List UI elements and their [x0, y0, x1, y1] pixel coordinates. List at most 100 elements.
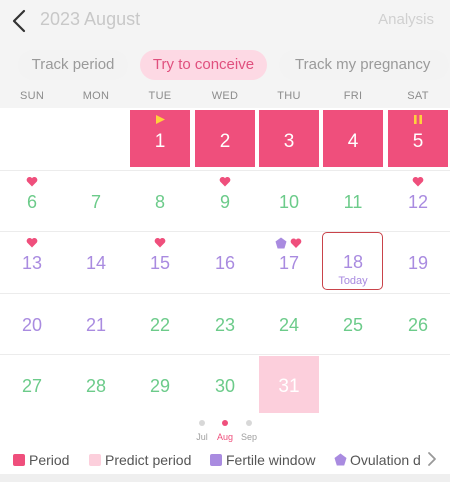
- weekday-label: MON: [82, 90, 110, 102]
- day-number: 20: [21, 314, 43, 335]
- day-number: 30: [214, 376, 236, 397]
- weekday-label: THU: [277, 90, 301, 102]
- heart-icon: [193, 176, 257, 190]
- day-number: 21: [85, 314, 107, 335]
- tab-track-pregnancy[interactable]: Track my pregnancy: [279, 50, 449, 80]
- day-number: 11: [343, 191, 363, 212]
- period-end-icon: [388, 114, 448, 128]
- top-bar: 2023 August Analysis: [0, 0, 450, 42]
- legend-label: Fertile window: [226, 452, 316, 468]
- day-cell[interactable]: 10: [257, 170, 321, 232]
- day-number: 7: [90, 191, 101, 212]
- day-cell[interactable]: 5: [388, 110, 448, 167]
- day-number: 17: [278, 253, 300, 274]
- day-cell[interactable]: 9: [193, 170, 257, 232]
- day-cell[interactable]: 30: [193, 354, 257, 416]
- predict-swatch: [89, 454, 101, 466]
- day-number: 8: [154, 191, 165, 212]
- day-cell[interactable]: 24: [257, 293, 321, 355]
- day-cell[interactable]: 1: [130, 110, 190, 167]
- day-number: 13: [21, 253, 43, 274]
- day-cell[interactable]: 23: [193, 293, 257, 355]
- day-number: 24: [278, 314, 300, 335]
- day-number: 1: [154, 131, 166, 152]
- legend-bar: Period Predict period Fertile window Ovu…: [0, 446, 450, 474]
- day-cell[interactable]: 3: [259, 110, 319, 167]
- mode-tabs: Track period Try to conceive Track my pr…: [0, 50, 450, 82]
- heart-icon: [386, 176, 450, 190]
- day-cell[interactable]: 20: [0, 293, 64, 355]
- fertile-swatch: [210, 454, 222, 466]
- weekday-header: SUN MON TUE WED THU FRI SAT: [0, 90, 450, 108]
- day-cell[interactable]: 31: [259, 356, 319, 414]
- heart-icon: [0, 176, 64, 190]
- back-arrow-icon[interactable]: [8, 8, 32, 34]
- day-number: 16: [214, 253, 236, 274]
- day-cell[interactable]: 19: [386, 231, 450, 293]
- tab-track-period[interactable]: Track period: [18, 50, 128, 80]
- legend-label: Ovulation d: [350, 452, 421, 468]
- legend-label: Predict period: [105, 452, 192, 468]
- day-number: 23: [214, 314, 236, 335]
- day-number: 28: [85, 376, 107, 397]
- day-number: 27: [21, 376, 43, 397]
- weekday-label: SAT: [407, 90, 429, 102]
- weekday-label: WED: [211, 90, 239, 102]
- day-number: 6: [26, 191, 37, 212]
- day-cell[interactable]: 11: [321, 170, 385, 232]
- day-number: 3: [283, 131, 295, 152]
- heart-icon: [128, 237, 192, 251]
- day-cell[interactable]: 25: [321, 293, 385, 355]
- today-highlight: [322, 232, 383, 291]
- day-cell[interactable]: 28: [64, 354, 128, 416]
- month-label: Sep: [240, 432, 257, 442]
- day-cell[interactable]: 17: [257, 231, 321, 293]
- day-cell[interactable]: 7: [64, 170, 128, 232]
- day-cell[interactable]: 4: [323, 110, 383, 167]
- chevron-right-icon[interactable]: [426, 451, 438, 467]
- page-dot[interactable]: [199, 420, 205, 426]
- day-number: 19: [407, 253, 429, 274]
- calendar-grid: 1 2 3 4 5 6 7 8 9 10 11 12 13 14 15 16 17 18 Today 19 20 21 22…: [0, 108, 450, 416]
- day-number: 9: [219, 191, 230, 212]
- bottom-edge: [0, 474, 450, 482]
- month-pager: Jul Aug Sep: [0, 416, 450, 446]
- tab-try-to-conceive[interactable]: Try to conceive: [140, 50, 267, 80]
- analysis-link[interactable]: Analysis: [378, 11, 434, 28]
- day-number: 31: [278, 376, 300, 398]
- heart-icon: [0, 237, 64, 251]
- weekday-label: SUN: [19, 90, 45, 102]
- legend-label: Period: [29, 452, 70, 468]
- ovulation-icon: [257, 237, 321, 252]
- day-number: 14: [85, 253, 107, 274]
- day-number: 10: [278, 191, 300, 212]
- day-cell[interactable]: 27: [0, 354, 64, 416]
- page-dot[interactable]: [246, 420, 252, 426]
- month-title[interactable]: 2023 August: [40, 9, 140, 30]
- day-number: 25: [342, 314, 364, 335]
- page-dot-active[interactable]: [222, 420, 228, 426]
- day-number: 12: [407, 191, 429, 212]
- period-swatch: [13, 454, 25, 466]
- day-number: 5: [412, 131, 424, 152]
- day-number: 29: [149, 376, 171, 397]
- day-cell[interactable]: 21: [64, 293, 128, 355]
- day-cell[interactable]: 14: [64, 231, 128, 293]
- day-cell[interactable]: 29: [128, 354, 192, 416]
- day-number: 15: [149, 253, 171, 274]
- day-cell[interactable]: 12: [386, 170, 450, 232]
- day-cell[interactable]: 15: [128, 231, 192, 293]
- day-number: 2: [219, 131, 231, 152]
- period-start-icon: [130, 114, 190, 128]
- day-cell[interactable]: 2: [195, 110, 255, 167]
- day-number: 4: [347, 131, 359, 152]
- day-number: 26: [407, 314, 429, 335]
- day-cell[interactable]: 16: [193, 231, 257, 293]
- day-cell[interactable]: 13: [0, 231, 64, 293]
- day-number: 22: [149, 314, 171, 335]
- day-cell[interactable]: 22: [128, 293, 192, 355]
- weekday-label: TUE: [148, 90, 172, 102]
- day-cell[interactable]: 26: [386, 293, 450, 355]
- day-cell[interactable]: 6: [0, 170, 64, 232]
- day-cell[interactable]: 8: [128, 170, 192, 232]
